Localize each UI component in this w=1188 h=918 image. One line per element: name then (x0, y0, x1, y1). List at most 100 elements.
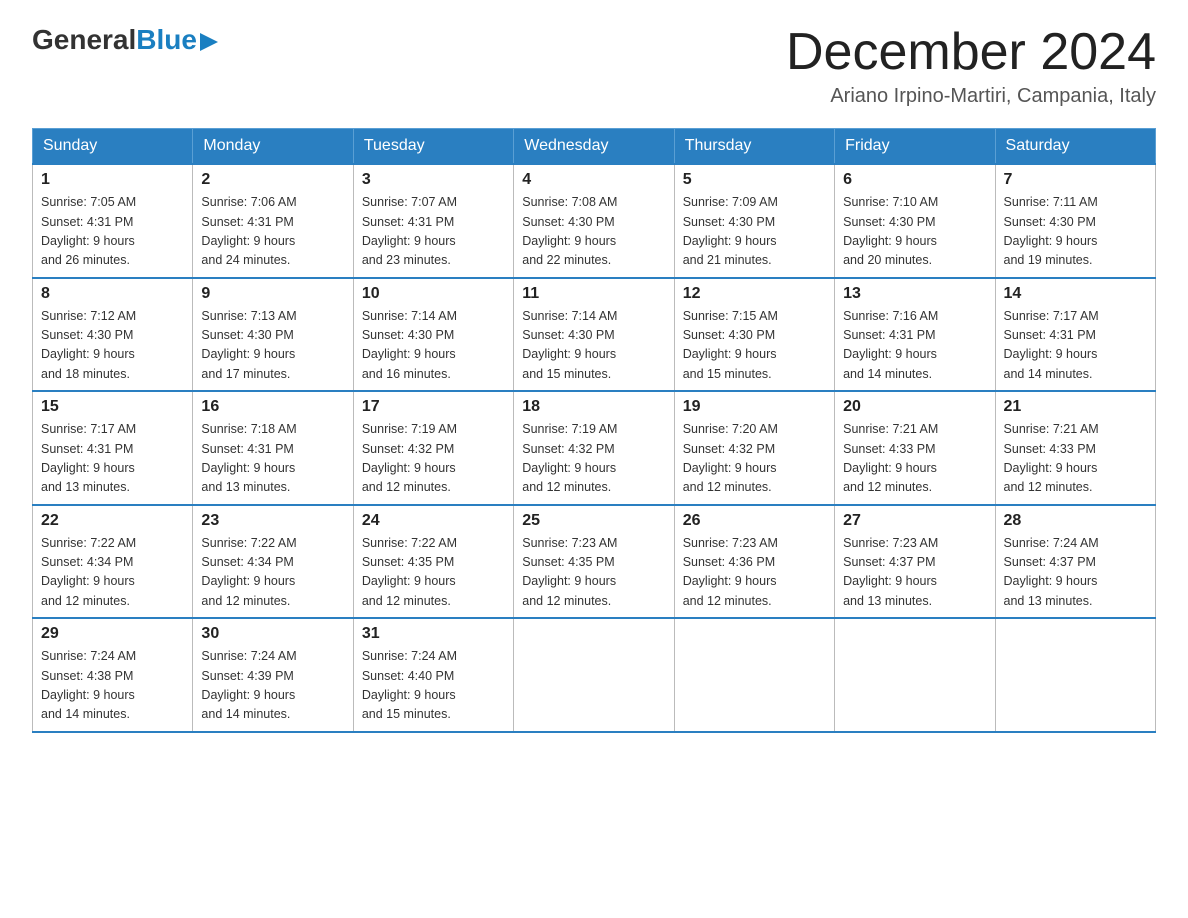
day-info: Sunrise: 7:18 AMSunset: 4:31 PMDaylight:… (201, 422, 296, 494)
calendar-cell: 31 Sunrise: 7:24 AMSunset: 4:40 PMDaylig… (353, 618, 513, 732)
col-header-sunday: Sunday (33, 129, 193, 165)
calendar-cell: 13 Sunrise: 7:16 AMSunset: 4:31 PMDaylig… (835, 278, 995, 392)
day-number: 23 (201, 512, 344, 530)
day-info: Sunrise: 7:16 AMSunset: 4:31 PMDaylight:… (843, 309, 938, 381)
day-number: 20 (843, 398, 986, 416)
col-header-tuesday: Tuesday (353, 129, 513, 165)
day-number: 12 (683, 285, 826, 303)
day-number: 18 (522, 398, 665, 416)
title-section: December 2024 Ariano Irpino-Martiri, Cam… (786, 24, 1156, 108)
day-info: Sunrise: 7:24 AMSunset: 4:39 PMDaylight:… (201, 649, 296, 721)
calendar-cell: 4 Sunrise: 7:08 AMSunset: 4:30 PMDayligh… (514, 164, 674, 278)
calendar-cell: 29 Sunrise: 7:24 AMSunset: 4:38 PMDaylig… (33, 618, 193, 732)
calendar-cell: 12 Sunrise: 7:15 AMSunset: 4:30 PMDaylig… (674, 278, 834, 392)
calendar-cell (995, 618, 1155, 732)
calendar-cell: 19 Sunrise: 7:20 AMSunset: 4:32 PMDaylig… (674, 391, 834, 505)
calendar-cell: 9 Sunrise: 7:13 AMSunset: 4:30 PMDayligh… (193, 278, 353, 392)
day-number: 3 (362, 171, 505, 189)
col-header-saturday: Saturday (995, 129, 1155, 165)
day-info: Sunrise: 7:23 AMSunset: 4:36 PMDaylight:… (683, 536, 778, 608)
calendar-cell: 28 Sunrise: 7:24 AMSunset: 4:37 PMDaylig… (995, 505, 1155, 619)
calendar-week-row: 1 Sunrise: 7:05 AMSunset: 4:31 PMDayligh… (33, 164, 1156, 278)
day-number: 4 (522, 171, 665, 189)
day-info: Sunrise: 7:15 AMSunset: 4:30 PMDaylight:… (683, 309, 778, 381)
calendar-cell (674, 618, 834, 732)
day-number: 29 (41, 625, 184, 643)
day-number: 13 (843, 285, 986, 303)
day-info: Sunrise: 7:14 AMSunset: 4:30 PMDaylight:… (362, 309, 457, 381)
calendar-cell: 18 Sunrise: 7:19 AMSunset: 4:32 PMDaylig… (514, 391, 674, 505)
day-number: 8 (41, 285, 184, 303)
month-title: December 2024 (786, 24, 1156, 81)
day-info: Sunrise: 7:21 AMSunset: 4:33 PMDaylight:… (1004, 422, 1099, 494)
day-info: Sunrise: 7:06 AMSunset: 4:31 PMDaylight:… (201, 195, 296, 267)
col-header-thursday: Thursday (674, 129, 834, 165)
day-number: 30 (201, 625, 344, 643)
calendar-cell: 6 Sunrise: 7:10 AMSunset: 4:30 PMDayligh… (835, 164, 995, 278)
day-info: Sunrise: 7:13 AMSunset: 4:30 PMDaylight:… (201, 309, 296, 381)
day-info: Sunrise: 7:24 AMSunset: 4:40 PMDaylight:… (362, 649, 457, 721)
calendar-header-row: SundayMondayTuesdayWednesdayThursdayFrid… (33, 129, 1156, 165)
calendar-cell: 14 Sunrise: 7:17 AMSunset: 4:31 PMDaylig… (995, 278, 1155, 392)
calendar-cell: 17 Sunrise: 7:19 AMSunset: 4:32 PMDaylig… (353, 391, 513, 505)
day-number: 10 (362, 285, 505, 303)
col-header-friday: Friday (835, 129, 995, 165)
day-info: Sunrise: 7:24 AMSunset: 4:37 PMDaylight:… (1004, 536, 1099, 608)
day-info: Sunrise: 7:12 AMSunset: 4:30 PMDaylight:… (41, 309, 136, 381)
calendar-cell: 1 Sunrise: 7:05 AMSunset: 4:31 PMDayligh… (33, 164, 193, 278)
calendar-cell: 30 Sunrise: 7:24 AMSunset: 4:39 PMDaylig… (193, 618, 353, 732)
day-number: 6 (843, 171, 986, 189)
calendar-week-row: 22 Sunrise: 7:22 AMSunset: 4:34 PMDaylig… (33, 505, 1156, 619)
calendar-cell: 3 Sunrise: 7:07 AMSunset: 4:31 PMDayligh… (353, 164, 513, 278)
day-number: 16 (201, 398, 344, 416)
day-info: Sunrise: 7:11 AMSunset: 4:30 PMDaylight:… (1004, 195, 1098, 267)
col-header-wednesday: Wednesday (514, 129, 674, 165)
day-info: Sunrise: 7:09 AMSunset: 4:30 PMDaylight:… (683, 195, 778, 267)
location-text: Ariano Irpino-Martiri, Campania, Italy (786, 85, 1156, 108)
calendar-cell: 21 Sunrise: 7:21 AMSunset: 4:33 PMDaylig… (995, 391, 1155, 505)
calendar-cell: 10 Sunrise: 7:14 AMSunset: 4:30 PMDaylig… (353, 278, 513, 392)
calendar-week-row: 8 Sunrise: 7:12 AMSunset: 4:30 PMDayligh… (33, 278, 1156, 392)
day-info: Sunrise: 7:19 AMSunset: 4:32 PMDaylight:… (362, 422, 457, 494)
logo-arrow-icon (200, 33, 218, 51)
day-number: 14 (1004, 285, 1147, 303)
day-number: 27 (843, 512, 986, 530)
day-info: Sunrise: 7:22 AMSunset: 4:34 PMDaylight:… (41, 536, 136, 608)
day-number: 26 (683, 512, 826, 530)
calendar-cell: 25 Sunrise: 7:23 AMSunset: 4:35 PMDaylig… (514, 505, 674, 619)
day-number: 31 (362, 625, 505, 643)
day-info: Sunrise: 7:07 AMSunset: 4:31 PMDaylight:… (362, 195, 457, 267)
day-info: Sunrise: 7:23 AMSunset: 4:37 PMDaylight:… (843, 536, 938, 608)
day-info: Sunrise: 7:08 AMSunset: 4:30 PMDaylight:… (522, 195, 617, 267)
col-header-monday: Monday (193, 129, 353, 165)
day-info: Sunrise: 7:05 AMSunset: 4:31 PMDaylight:… (41, 195, 136, 267)
day-number: 15 (41, 398, 184, 416)
calendar-cell: 8 Sunrise: 7:12 AMSunset: 4:30 PMDayligh… (33, 278, 193, 392)
day-number: 5 (683, 171, 826, 189)
day-number: 24 (362, 512, 505, 530)
calendar-week-row: 29 Sunrise: 7:24 AMSunset: 4:38 PMDaylig… (33, 618, 1156, 732)
day-info: Sunrise: 7:10 AMSunset: 4:30 PMDaylight:… (843, 195, 938, 267)
day-info: Sunrise: 7:24 AMSunset: 4:38 PMDaylight:… (41, 649, 136, 721)
day-info: Sunrise: 7:22 AMSunset: 4:34 PMDaylight:… (201, 536, 296, 608)
day-info: Sunrise: 7:14 AMSunset: 4:30 PMDaylight:… (522, 309, 617, 381)
day-number: 7 (1004, 171, 1147, 189)
day-number: 21 (1004, 398, 1147, 416)
day-number: 2 (201, 171, 344, 189)
day-number: 11 (522, 285, 665, 303)
day-info: Sunrise: 7:19 AMSunset: 4:32 PMDaylight:… (522, 422, 617, 494)
logo: General Blue (32, 24, 218, 56)
day-info: Sunrise: 7:17 AMSunset: 4:31 PMDaylight:… (41, 422, 136, 494)
calendar-cell: 16 Sunrise: 7:18 AMSunset: 4:31 PMDaylig… (193, 391, 353, 505)
day-info: Sunrise: 7:23 AMSunset: 4:35 PMDaylight:… (522, 536, 617, 608)
calendar-cell (514, 618, 674, 732)
calendar-cell: 11 Sunrise: 7:14 AMSunset: 4:30 PMDaylig… (514, 278, 674, 392)
day-info: Sunrise: 7:20 AMSunset: 4:32 PMDaylight:… (683, 422, 778, 494)
logo-blue-text: Blue (136, 24, 197, 56)
day-info: Sunrise: 7:21 AMSunset: 4:33 PMDaylight:… (843, 422, 938, 494)
calendar-week-row: 15 Sunrise: 7:17 AMSunset: 4:31 PMDaylig… (33, 391, 1156, 505)
logo-general-text: General (32, 24, 136, 56)
calendar-table: SundayMondayTuesdayWednesdayThursdayFrid… (32, 128, 1156, 733)
calendar-cell: 7 Sunrise: 7:11 AMSunset: 4:30 PMDayligh… (995, 164, 1155, 278)
calendar-cell: 26 Sunrise: 7:23 AMSunset: 4:36 PMDaylig… (674, 505, 834, 619)
